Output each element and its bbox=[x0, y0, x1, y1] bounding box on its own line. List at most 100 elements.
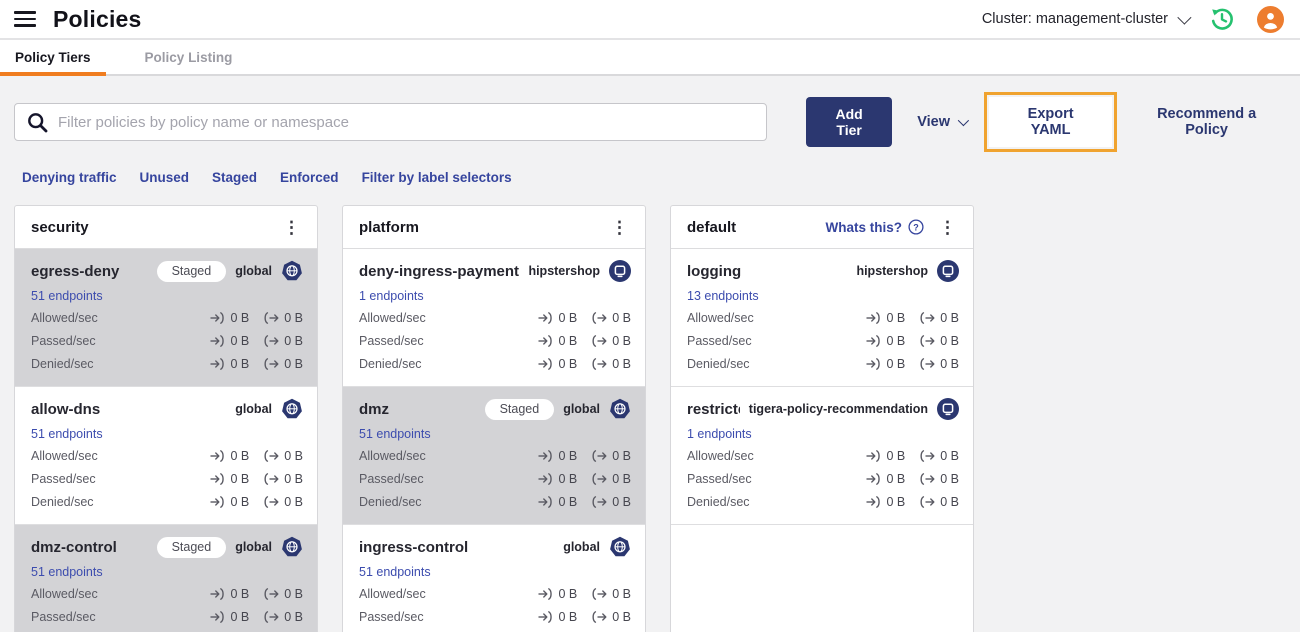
endpoints-link[interactable]: 13 endpoints bbox=[687, 289, 759, 303]
user-avatar[interactable] bbox=[1256, 5, 1284, 33]
globe-icon bbox=[281, 536, 303, 558]
ingress-value: 0 B bbox=[558, 333, 578, 348]
traffic-row: Denied/sec 0 B 0 B bbox=[359, 352, 631, 375]
policy-name: dmz-control bbox=[31, 538, 117, 556]
tier-menu-button[interactable]: ⋮ bbox=[278, 219, 305, 236]
globe-icon bbox=[609, 536, 631, 558]
tier-column: default Whats this? ? ⋮ logging hipsters… bbox=[670, 205, 974, 632]
ingress-value: 0 B bbox=[230, 333, 250, 348]
policy-scope-label: global bbox=[235, 402, 272, 416]
policy-card[interactable]: deny-ingress-paymentservi... hipstershop… bbox=[343, 249, 645, 387]
tier-name: security bbox=[31, 218, 89, 236]
traffic-row: Denied/sec 0 B 0 B bbox=[31, 628, 303, 632]
policy-filter-input[interactable] bbox=[58, 113, 754, 131]
tier-menu-button[interactable]: ⋮ bbox=[606, 219, 633, 236]
endpoints-link[interactable]: 51 endpoints bbox=[31, 427, 103, 441]
egress-value: 0 B bbox=[940, 356, 959, 371]
filter-enforced[interactable]: Enforced bbox=[280, 170, 339, 185]
traffic-row-label: Denied/sec bbox=[31, 356, 94, 371]
policy-card[interactable]: dmz Staged global 51 endpoints Allowed/s… bbox=[343, 387, 645, 525]
filter-staged[interactable]: Staged bbox=[212, 170, 257, 185]
egress-group: 0 B bbox=[920, 311, 959, 325]
ingress-arrow-icon bbox=[210, 587, 225, 600]
policy-scope-label: global bbox=[235, 540, 272, 554]
ingress-arrow-icon bbox=[538, 472, 553, 485]
endpoints-link[interactable]: 1 endpoints bbox=[687, 427, 752, 441]
egress-arrow-icon bbox=[592, 311, 607, 324]
hamburger-menu-icon[interactable] bbox=[14, 11, 36, 27]
traffic-row-label: Allowed/sec bbox=[687, 310, 754, 325]
egress-arrow-icon bbox=[920, 334, 935, 347]
traffic-row: Passed/sec 0 B 0 B bbox=[687, 467, 959, 490]
policy-card-top: allow-dns global bbox=[31, 397, 303, 421]
policy-card[interactable]: dmz-control Staged global 51 endpoints A… bbox=[15, 525, 317, 632]
policy-scope-label: hipstershop bbox=[856, 264, 928, 278]
ingress-value: 0 B bbox=[558, 310, 578, 325]
policy-scope-label: global bbox=[563, 540, 600, 554]
ingress-group: 0 B bbox=[866, 472, 905, 486]
user-avatar-icon bbox=[1256, 5, 1284, 33]
endpoints-link[interactable]: 51 endpoints bbox=[359, 565, 431, 579]
egress-value: 0 B bbox=[940, 310, 959, 325]
traffic-row: Denied/sec 0 B 0 B bbox=[359, 490, 631, 513]
traffic-row-label: Allowed/sec bbox=[31, 448, 98, 463]
policy-card[interactable]: restricted tigera-policy-recommendation … bbox=[671, 387, 973, 525]
ingress-arrow-icon bbox=[866, 495, 881, 508]
egress-group: 0 B bbox=[920, 357, 959, 371]
ingress-value: 0 B bbox=[886, 333, 906, 348]
ingress-value: 0 B bbox=[230, 494, 250, 509]
traffic-row-label: Denied/sec bbox=[359, 494, 422, 509]
egress-group: 0 B bbox=[592, 587, 631, 601]
endpoints-link[interactable]: 51 endpoints bbox=[359, 427, 431, 441]
ingress-group: 0 B bbox=[866, 357, 905, 371]
ingress-group: 0 B bbox=[866, 495, 905, 509]
ingress-group: 0 B bbox=[210, 495, 249, 509]
egress-group: 0 B bbox=[592, 449, 631, 463]
policy-filter-searchbox[interactable] bbox=[14, 103, 767, 141]
policy-card[interactable]: ingress-control global 51 endpoints Allo… bbox=[343, 525, 645, 632]
ingress-arrow-icon bbox=[210, 610, 225, 623]
ingress-value: 0 B bbox=[886, 494, 906, 509]
recommend-policy-button[interactable]: Recommend a Policy bbox=[1129, 97, 1284, 147]
traffic-rows: Allowed/sec 0 B 0 B Passed/sec bbox=[687, 444, 959, 513]
cluster-selector[interactable]: Cluster: management-cluster bbox=[982, 10, 1192, 27]
traffic-row-label: Passed/sec bbox=[359, 609, 424, 624]
filter-by-label-selectors[interactable]: Filter by label selectors bbox=[362, 170, 512, 185]
ingress-group: 0 B bbox=[866, 311, 905, 325]
endpoints-link[interactable]: 1 endpoints bbox=[359, 289, 424, 303]
policy-card-top: egress-deny Staged global bbox=[31, 259, 303, 283]
traffic-row: Allowed/sec 0 B 0 B bbox=[687, 444, 959, 467]
traffic-row-label: Allowed/sec bbox=[359, 448, 426, 463]
traffic-row: Allowed/sec 0 B 0 B bbox=[359, 444, 631, 467]
egress-arrow-icon bbox=[264, 587, 279, 600]
egress-value: 0 B bbox=[284, 586, 303, 601]
tier-help-link[interactable]: Whats this? ? bbox=[826, 219, 925, 235]
tab-policy-tiers[interactable]: Policy Tiers bbox=[0, 40, 106, 76]
ingress-value: 0 B bbox=[230, 471, 250, 486]
traffic-row: Denied/sec 0 B 0 B bbox=[31, 490, 303, 513]
filter-denying-traffic[interactable]: Denying traffic bbox=[22, 170, 117, 185]
ingress-group: 0 B bbox=[210, 357, 249, 371]
view-dropdown-button[interactable]: View bbox=[917, 114, 970, 130]
policy-card[interactable]: egress-deny Staged global 51 endpoints A… bbox=[15, 249, 317, 387]
traffic-row-label: Allowed/sec bbox=[359, 310, 426, 325]
tab-policy-listing[interactable]: Policy Listing bbox=[130, 40, 248, 74]
policy-card[interactable]: logging hipstershop 13 endpoints Allowed… bbox=[671, 249, 973, 387]
egress-arrow-icon bbox=[592, 334, 607, 347]
traffic-row: Passed/sec 0 B 0 B bbox=[31, 329, 303, 352]
policy-card[interactable]: allow-dns global 51 endpoints Allowed/se… bbox=[15, 387, 317, 525]
export-yaml-button[interactable]: Export YAML bbox=[989, 97, 1113, 147]
help-icon: ? bbox=[908, 219, 924, 235]
filter-unused[interactable]: Unused bbox=[140, 170, 190, 185]
add-tier-button[interactable]: Add Tier bbox=[806, 97, 893, 147]
traffic-row: Passed/sec 0 B 0 B bbox=[359, 467, 631, 490]
policy-board: security ⋮ egress-deny Staged global 51 … bbox=[0, 185, 1300, 632]
endpoints-link[interactable]: 51 endpoints bbox=[31, 289, 103, 303]
endpoints-link[interactable]: 51 endpoints bbox=[31, 565, 103, 579]
view-dropdown-label: View bbox=[917, 114, 950, 130]
tier-menu-button[interactable]: ⋮ bbox=[934, 219, 961, 236]
ingress-value: 0 B bbox=[230, 448, 250, 463]
tier-name: default bbox=[687, 218, 737, 236]
history-button[interactable] bbox=[1208, 5, 1236, 33]
ingress-arrow-icon bbox=[866, 311, 881, 324]
